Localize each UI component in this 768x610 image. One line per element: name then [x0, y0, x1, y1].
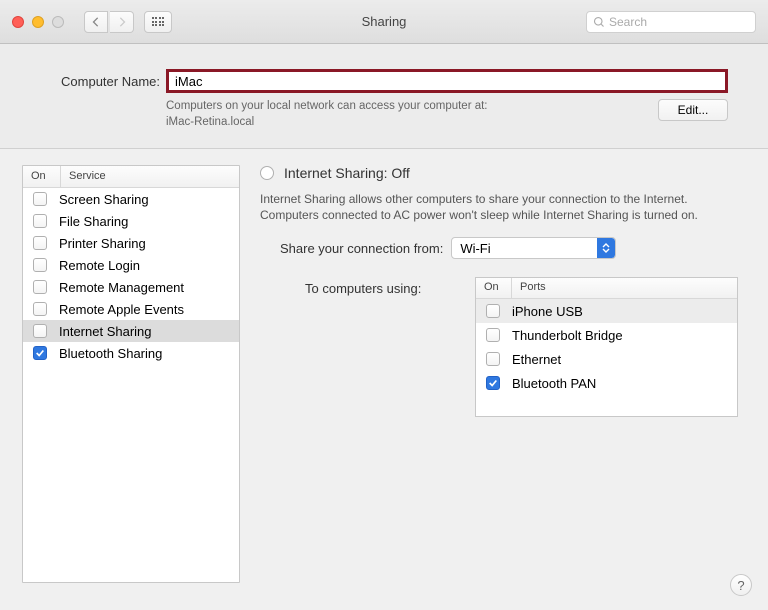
service-list: On Service Screen Sharing File Sharing Pri… — [22, 165, 240, 583]
column-service[interactable]: Service — [61, 166, 239, 187]
ports-list: On Ports iPhone USB Thunderbolt Bridge Eth… — [475, 277, 738, 417]
port-label: Ethernet — [512, 352, 561, 367]
service-row[interactable]: Internet Sharing — [23, 320, 239, 342]
close-icon[interactable] — [12, 16, 24, 28]
service-label: Screen Sharing — [59, 192, 149, 207]
port-row[interactable]: Thunderbolt Bridge — [476, 323, 737, 347]
service-checkbox[interactable] — [33, 258, 47, 272]
titlebar: Sharing Search — [0, 0, 768, 44]
main-area: On Service Screen Sharing File Sharing Pri… — [0, 149, 768, 603]
minimize-icon[interactable] — [32, 16, 44, 28]
ports-column-on[interactable]: On — [476, 278, 512, 298]
computer-name-label: Computer Name: — [40, 74, 160, 89]
port-label: Thunderbolt Bridge — [512, 328, 623, 343]
port-row[interactable]: iPhone USB — [476, 299, 737, 323]
select-arrows-icon — [597, 238, 615, 258]
service-checkbox[interactable] — [33, 236, 47, 250]
service-label: Bluetooth Sharing — [59, 346, 162, 361]
service-row[interactable]: Printer Sharing — [23, 232, 239, 254]
service-list-header: On Service — [23, 166, 239, 188]
help-button[interactable]: ? — [730, 574, 752, 596]
nav-group — [84, 11, 134, 33]
to-computers-label: To computers using: — [305, 277, 465, 417]
port-checkbox[interactable] — [486, 352, 500, 366]
service-label: Remote Apple Events — [59, 302, 184, 317]
port-checkbox[interactable] — [486, 376, 500, 390]
grid-icon — [152, 17, 165, 26]
computer-name-panel: Computer Name: Computers on your local n… — [0, 44, 768, 149]
service-checkbox[interactable] — [33, 324, 47, 338]
search-icon — [593, 16, 605, 28]
service-row[interactable]: File Sharing — [23, 210, 239, 232]
port-checkbox[interactable] — [486, 304, 500, 318]
service-row[interactable]: Remote Management — [23, 276, 239, 298]
service-checkbox[interactable] — [33, 214, 47, 228]
show-all-button[interactable] — [144, 11, 172, 33]
edit-button[interactable]: Edit... — [658, 99, 728, 121]
detail-title: Internet Sharing: Off — [284, 165, 410, 181]
service-row[interactable]: Remote Apple Events — [23, 298, 239, 320]
port-label: Bluetooth PAN — [512, 376, 596, 391]
search-input[interactable]: Search — [586, 11, 756, 33]
service-row[interactable]: Bluetooth Sharing — [23, 342, 239, 364]
port-row[interactable]: Bluetooth PAN — [476, 371, 737, 395]
service-label: File Sharing — [59, 214, 128, 229]
internet-sharing-toggle[interactable] — [260, 166, 274, 180]
ports-column-ports[interactable]: Ports — [512, 278, 554, 298]
service-checkbox[interactable] — [33, 302, 47, 316]
computer-name-input[interactable] — [166, 69, 728, 93]
detail-description: Internet Sharing allows other computers … — [260, 191, 738, 223]
service-label: Remote Login — [59, 258, 140, 273]
port-row[interactable]: Ethernet — [476, 347, 737, 371]
service-label: Printer Sharing — [59, 236, 146, 251]
share-from-label: Share your connection from: — [280, 241, 443, 256]
detail-panel: Internet Sharing: Off Internet Sharing a… — [256, 165, 748, 583]
service-checkbox[interactable] — [33, 280, 47, 294]
service-label: Remote Management — [59, 280, 184, 295]
forward-button[interactable] — [110, 11, 134, 33]
column-on[interactable]: On — [23, 166, 61, 187]
maximize-icon — [52, 16, 64, 28]
window-controls — [12, 16, 64, 28]
service-checkbox[interactable] — [33, 192, 47, 206]
window-title: Sharing — [362, 14, 407, 29]
back-button[interactable] — [84, 11, 108, 33]
share-from-select[interactable]: Wi-Fi — [451, 237, 616, 259]
service-checkbox[interactable] — [33, 346, 47, 360]
service-label: Internet Sharing — [59, 324, 152, 339]
port-checkbox[interactable] — [486, 328, 500, 342]
computer-name-desc: Computers on your local network can acce… — [166, 99, 646, 130]
port-label: iPhone USB — [512, 304, 583, 319]
service-row[interactable]: Screen Sharing — [23, 188, 239, 210]
service-row[interactable]: Remote Login — [23, 254, 239, 276]
